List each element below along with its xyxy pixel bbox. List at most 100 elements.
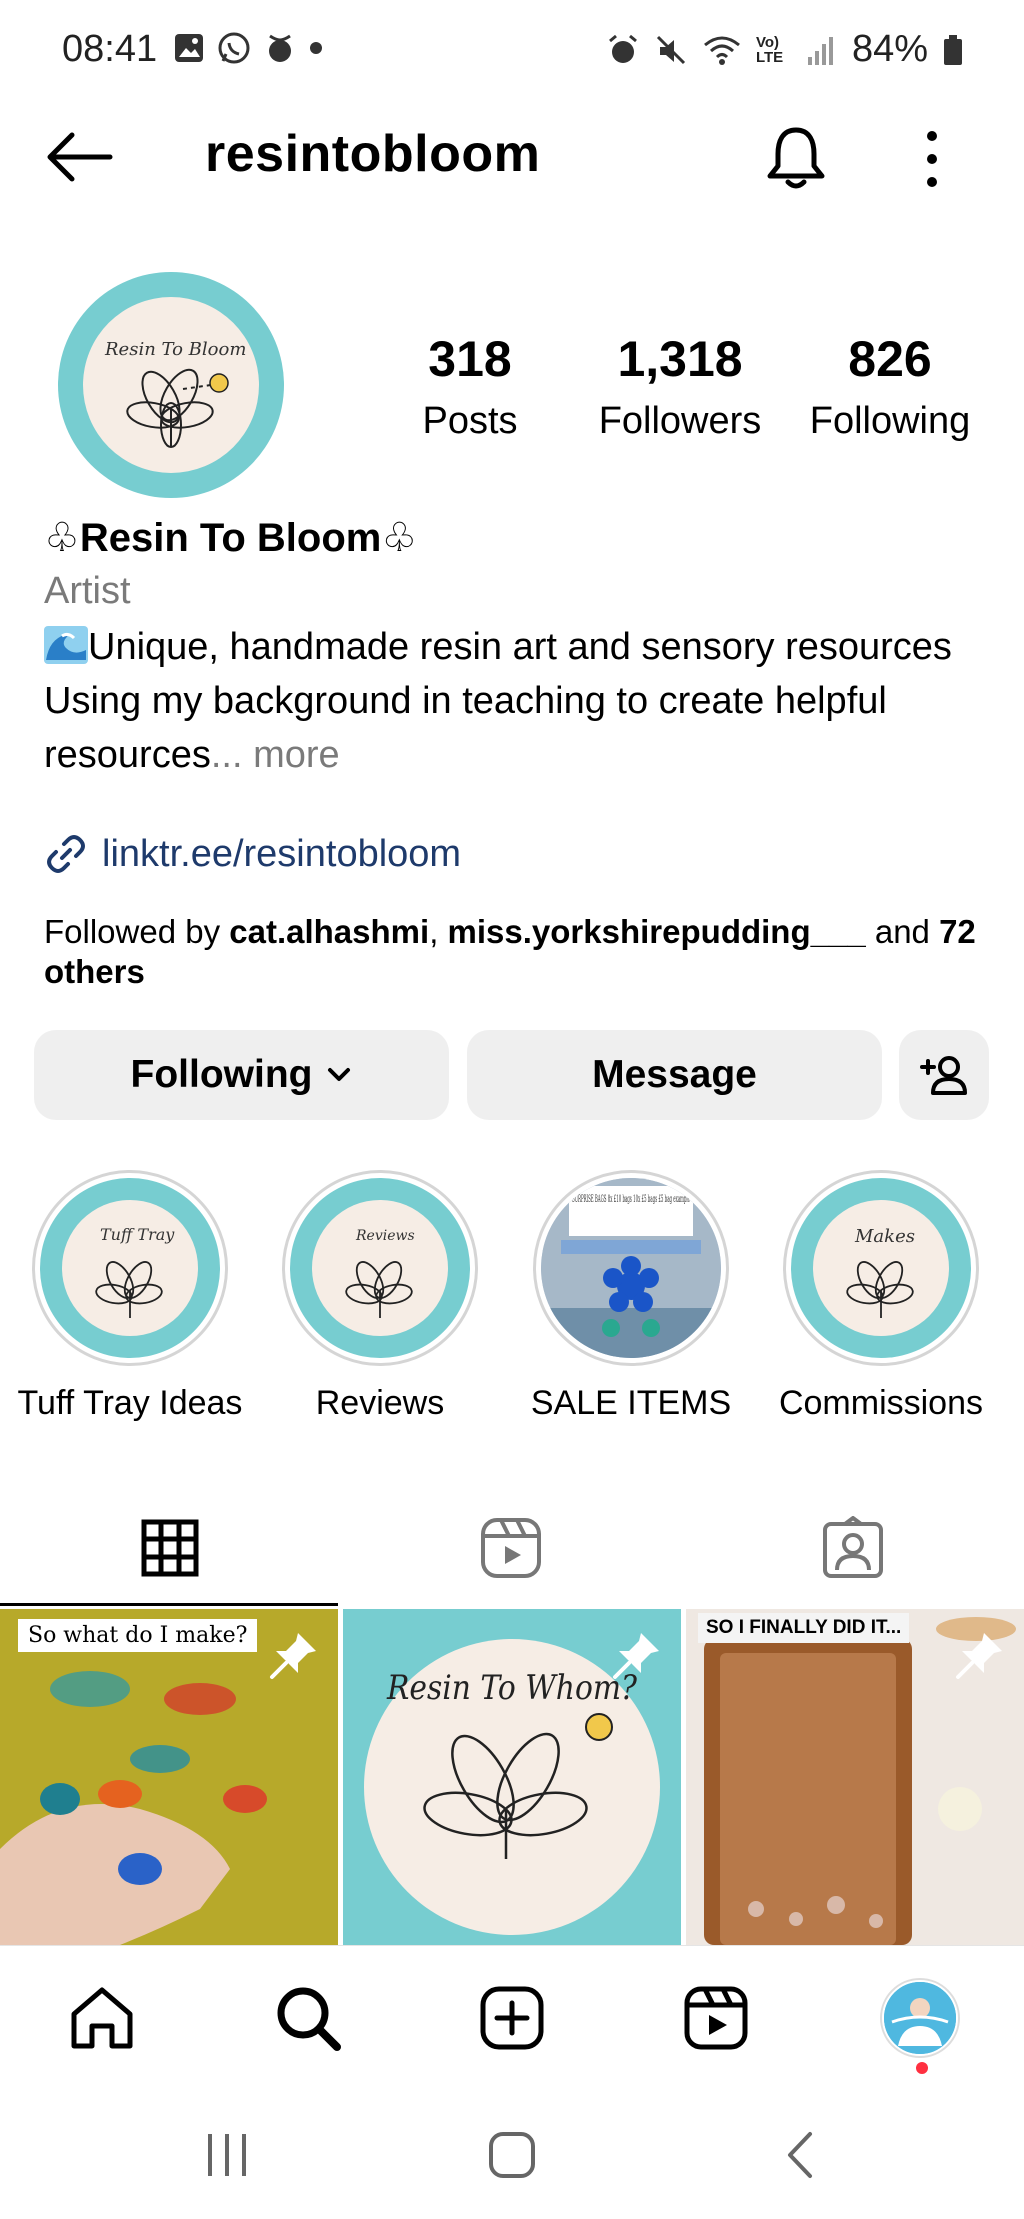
post-tile[interactable]: Resin To Whom? [343,1609,681,1945]
back-chevron-icon [788,2132,812,2178]
message-button[interactable]: Message [467,1030,882,1120]
gallery-icon [175,34,203,62]
highlight-cover: Tuff Tray [40,1178,220,1358]
followed-by[interactable]: Followed by cat.alhashmi, miss.yorkshire… [44,912,984,992]
dot-icon [310,42,322,54]
profile-stats: 318 Posts 1,318 Followers 826 Following [370,330,990,443]
wifi-icon [703,36,740,65]
profile-bio[interactable]: Unique, handmade resin art and sensory r… [44,620,984,782]
status-time: 08:41 [62,28,158,70]
highlight-label: Tuff Tray Ideas [17,1384,243,1422]
stat-value: 1,318 [617,331,743,387]
flower-logo-icon: Reviews [312,1200,448,1336]
stat-posts[interactable]: 318 Posts [370,330,570,443]
avatar-logo: Resin To Bloom [83,297,259,473]
sale-cover-text: SURPRISE BAGS 8x £10 bags 10x £5 bags £5… [572,1194,690,1205]
alarm-icon [608,34,637,63]
nav-home[interactable] [62,1978,142,2058]
highlight-reviews[interactable]: Reviews Reviews [265,1170,495,1423]
notification-dot [916,2062,928,2074]
nav-reels[interactable] [676,1978,756,2058]
highlight-cover-text: Makes [854,1226,915,1247]
highlight-commissions[interactable]: Makes Commissions [766,1170,996,1423]
avatar-logo-text: Resin To Bloom [104,339,246,360]
message-button-label: Message [592,1053,757,1096]
home-icon [71,1987,133,2049]
profile-tabs [0,1490,1024,1606]
notification-bell-icon[interactable] [764,124,828,192]
pin-icon [613,1633,659,1679]
post-caption: So what do I make? [18,1619,258,1652]
followed-by-prefix: Followed by [44,913,230,950]
status-notification-icons [172,30,324,66]
stat-followers[interactable]: 1,318 Followers [580,330,780,443]
back-arrow-icon[interactable] [44,132,114,182]
highlight-tuff-tray-ideas[interactable]: Tuff Tray Tuff Tray Ideas [15,1170,245,1423]
profile-username: resintobloom [205,125,541,183]
pin-icon [956,1633,1002,1679]
more-options-icon[interactable] [916,128,948,190]
nav-create[interactable] [472,1978,552,2058]
tagged-person-icon [823,1516,883,1578]
highlight-cover: Reviews [290,1178,470,1358]
bio-text-1: Unique, handmade resin art and sensory r… [88,626,952,668]
highlight-ring: Reviews [282,1170,478,1366]
flower-logo-icon: Makes [813,1200,949,1336]
profile-avatar[interactable]: Resin To Bloom [58,272,284,498]
tab-posts-grid[interactable] [0,1490,340,1606]
battery-percent: 84% [851,28,928,70]
highlight-cover: SURPRISE BAGS 8x £10 bags 10x £5 bags £5… [541,1178,721,1358]
mute-icon [656,35,685,64]
bio-text-2: Using my background in teaching to creat… [44,680,887,776]
bio-line-2: Using my background in teaching to creat… [44,674,984,782]
tab-reels[interactable] [341,1490,681,1606]
reels-icon [684,1986,748,2050]
profile-header: resintobloom [0,110,1024,200]
followed-by-user-1: cat.alhashmi [229,913,430,950]
profile-link[interactable]: linktr.ee/resintobloom [44,832,461,876]
highlight-sale-items[interactable]: SURPRISE BAGS 8x £10 bags 10x £5 bags £5… [516,1170,746,1423]
highlight-label: Reviews [315,1384,445,1422]
battery-icon [944,34,962,65]
recent-apps-button[interactable] [192,2120,262,2190]
recent-apps-icon [208,2134,246,2176]
back-button[interactable] [766,2120,836,2190]
highlight-cover-text: Reviews [355,1228,415,1244]
nav-profile[interactable] [880,1978,960,2058]
profile-display-name: ♧Resin To Bloom♧ [44,516,418,560]
tab-tagged[interactable] [683,1490,1023,1606]
story-highlights: Tuff Tray Tuff Tray Ideas Reviews Review… [0,1170,1024,1430]
suggested-users-button[interactable] [899,1030,989,1120]
highlight-label: SALE ITEMS [530,1384,732,1422]
tab-active-indicator [0,1603,338,1606]
stat-following[interactable]: 826 Following [790,330,990,443]
post-caption: Resin To Whom? [386,1668,638,1708]
stat-value: 826 [848,331,932,387]
nav-search[interactable] [268,1978,348,2058]
following-button[interactable]: Following [34,1030,449,1120]
network-type: Vo) LTE [755,33,784,66]
link-text: linktr.ee/resintobloom [102,832,462,875]
signal-icon [807,36,833,65]
add-user-icon [920,1056,967,1095]
stat-value: 318 [428,331,512,387]
highlight-label: Commissions [778,1384,984,1422]
pin-icon [270,1633,316,1679]
bio-line-1: Unique, handmade resin art and sensory r… [44,620,984,674]
home-button[interactable] [477,2120,547,2190]
app-notification-icon [269,34,291,62]
post-tile[interactable]: So what do I make? [0,1609,338,1945]
flower-logo-icon: Resin To Bloom [104,339,246,448]
stat-label: Posts [422,400,518,442]
grid-icon [141,1519,199,1577]
bio-more-link[interactable]: ... more [211,734,340,776]
post-tile[interactable]: SO I FINALLY DID IT... [686,1609,1024,1945]
reels-icon [481,1518,541,1578]
system-navigation-bar [0,2090,1024,2219]
flower-logo-icon: Tuff Tray [62,1200,198,1336]
following-button-label: Following [130,1053,313,1096]
stat-label: Followers [598,400,762,442]
followed-by-and: and [865,913,940,950]
highlight-ring: SURPRISE BAGS 8x £10 bags 10x £5 bags £5… [533,1170,729,1366]
chevron-down-icon [328,1068,351,1081]
